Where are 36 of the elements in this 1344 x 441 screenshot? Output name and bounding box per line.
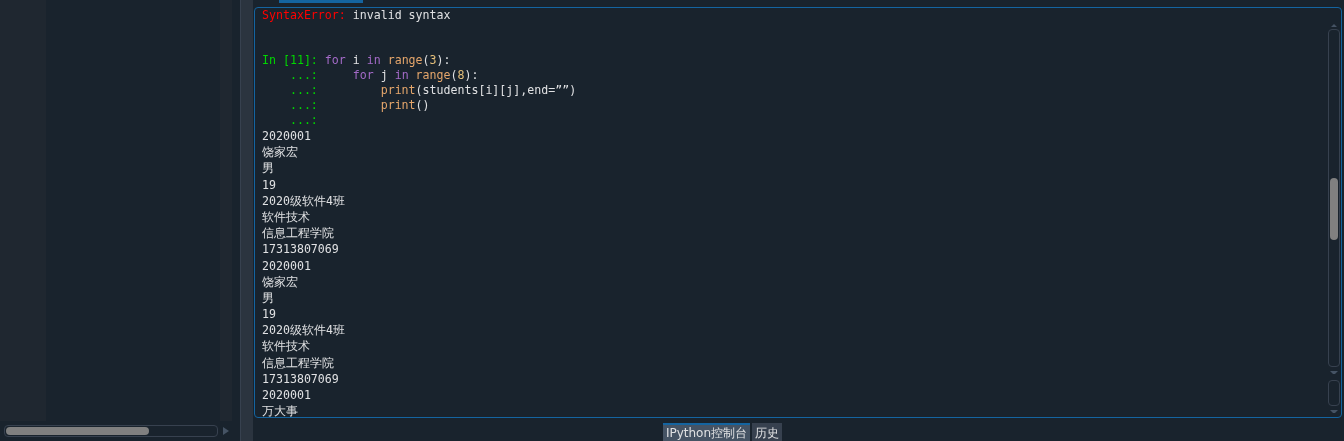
horizontal-scrollbar[interactable] bbox=[4, 425, 218, 437]
panel-splitter[interactable] bbox=[240, 0, 253, 441]
output-line: 饶家宏 bbox=[262, 273, 299, 290]
output-line: 17313807069 bbox=[262, 370, 340, 387]
code-line: ...: print(students[i][j],end=””) bbox=[288, 83, 578, 98]
output-line: 2020级软件4班 bbox=[262, 322, 346, 339]
output-line: 信息工程学院 bbox=[262, 225, 335, 242]
code-line: ...: bbox=[288, 113, 319, 128]
output-line: 软件技术 bbox=[262, 208, 311, 226]
output-line: 17313807069 bbox=[262, 241, 340, 258]
output-line: 男 bbox=[262, 160, 275, 177]
output-line: 饶家宏 bbox=[262, 144, 299, 161]
output-line: 信息工程学院 bbox=[262, 354, 335, 371]
scroll-down-icon[interactable] bbox=[1329, 408, 1339, 413]
vertical-scrollbar[interactable] bbox=[1328, 28, 1340, 368]
scroll-right-icon[interactable] bbox=[222, 426, 230, 436]
scroll-up-icon[interactable] bbox=[1329, 22, 1339, 27]
output-line: 万大事 bbox=[262, 403, 299, 417]
output-line: 19 bbox=[262, 176, 277, 193]
scrollbar-thumb[interactable] bbox=[1330, 177, 1338, 240]
code-line: ...: for j in range(8): bbox=[288, 68, 480, 83]
output-line: 软件技术 bbox=[262, 338, 311, 355]
output-line: 2020001 bbox=[262, 128, 312, 145]
panel-tab[interactable]: IPython控制台 bbox=[662, 423, 751, 441]
output-line: 2020001 bbox=[262, 257, 312, 274]
code-line: In [11]: for i in range(3): bbox=[262, 53, 452, 68]
output-line: 2020级软件4班 bbox=[262, 192, 346, 209]
error-line: SyntaxError: invalid syntax bbox=[262, 8, 452, 23]
scrollbar-thumb[interactable] bbox=[6, 427, 149, 435]
scroll-down-icon[interactable] bbox=[1329, 369, 1339, 374]
output-line: 19 bbox=[262, 306, 277, 323]
output-line: 2020001 bbox=[262, 387, 312, 404]
code-line: ...: print() bbox=[288, 98, 431, 113]
panel-tab[interactable]: 历史 bbox=[752, 423, 783, 441]
vertical-scrollbar[interactable] bbox=[1328, 380, 1340, 407]
output-line: 男 bbox=[262, 289, 275, 307]
